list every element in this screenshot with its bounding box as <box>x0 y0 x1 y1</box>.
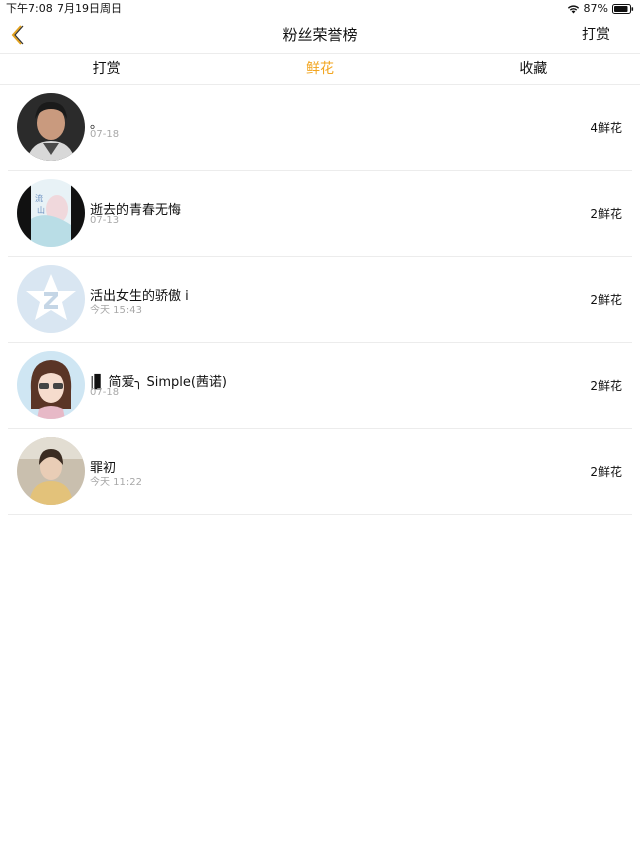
avatar <box>17 437 85 505</box>
flower-count: 4鲜花 <box>590 121 622 135</box>
list-item[interactable]: 罪初 今天 11:22 2鲜花 <box>8 429 632 515</box>
tab-flowers[interactable]: 鲜花 <box>213 54 426 84</box>
avatar <box>17 93 85 161</box>
reward-button[interactable]: 打赏 <box>582 17 610 53</box>
fan-list: 。 07-18 4鲜花 流 山 逝去的青春无悔 07-13 2鲜花 活出女生的骄… <box>0 85 640 515</box>
flower-count: 2鲜花 <box>590 207 622 221</box>
status-date: 7月19日周日 <box>57 2 122 15</box>
tab-reward[interactable]: 打赏 <box>0 54 213 84</box>
svg-text:流: 流 <box>35 193 43 203</box>
flower-count: 2鲜花 <box>590 379 622 393</box>
battery-icon <box>612 3 634 14</box>
fan-time: 今天 11:22 <box>90 477 142 488</box>
fan-time: 今天 15:43 <box>90 305 142 316</box>
avatar <box>17 265 85 333</box>
page-title: 粉丝荣誉榜 <box>282 26 358 44</box>
fan-time: 07-18 <box>90 129 120 140</box>
tab-favorites[interactable]: 收藏 <box>427 54 640 84</box>
list-item[interactable]: 。 07-18 4鲜花 <box>8 85 632 171</box>
tab-bar: 打赏 鲜花 收藏 <box>0 54 640 85</box>
list-item[interactable]: 活出女生的骄傲 i 今天 15:43 2鲜花 <box>8 257 632 343</box>
navigation-bar: 粉丝荣誉榜 打赏 <box>0 17 640 54</box>
status-time: 下午7:08 <box>6 2 53 15</box>
svg-text:山: 山 <box>37 205 45 215</box>
status-bar: 下午7:08 7月19日周日 87% <box>0 0 640 17</box>
fan-time: 07-18 <box>90 387 120 398</box>
wifi-icon <box>567 4 579 13</box>
flower-count: 2鲜花 <box>590 465 622 479</box>
fan-time: 07-13 <box>90 215 120 226</box>
avatar <box>17 351 85 419</box>
avatar: 流 山 <box>17 179 85 247</box>
status-indicators: 87% <box>567 0 634 17</box>
list-item[interactable]: |▋ 简爱╮ Simple(茜诺) 07-18 2鲜花 <box>8 343 632 429</box>
battery-percent: 87% <box>583 2 608 15</box>
list-item[interactable]: 流 山 逝去的青春无悔 07-13 2鲜花 <box>8 171 632 257</box>
flower-count: 2鲜花 <box>590 293 622 307</box>
